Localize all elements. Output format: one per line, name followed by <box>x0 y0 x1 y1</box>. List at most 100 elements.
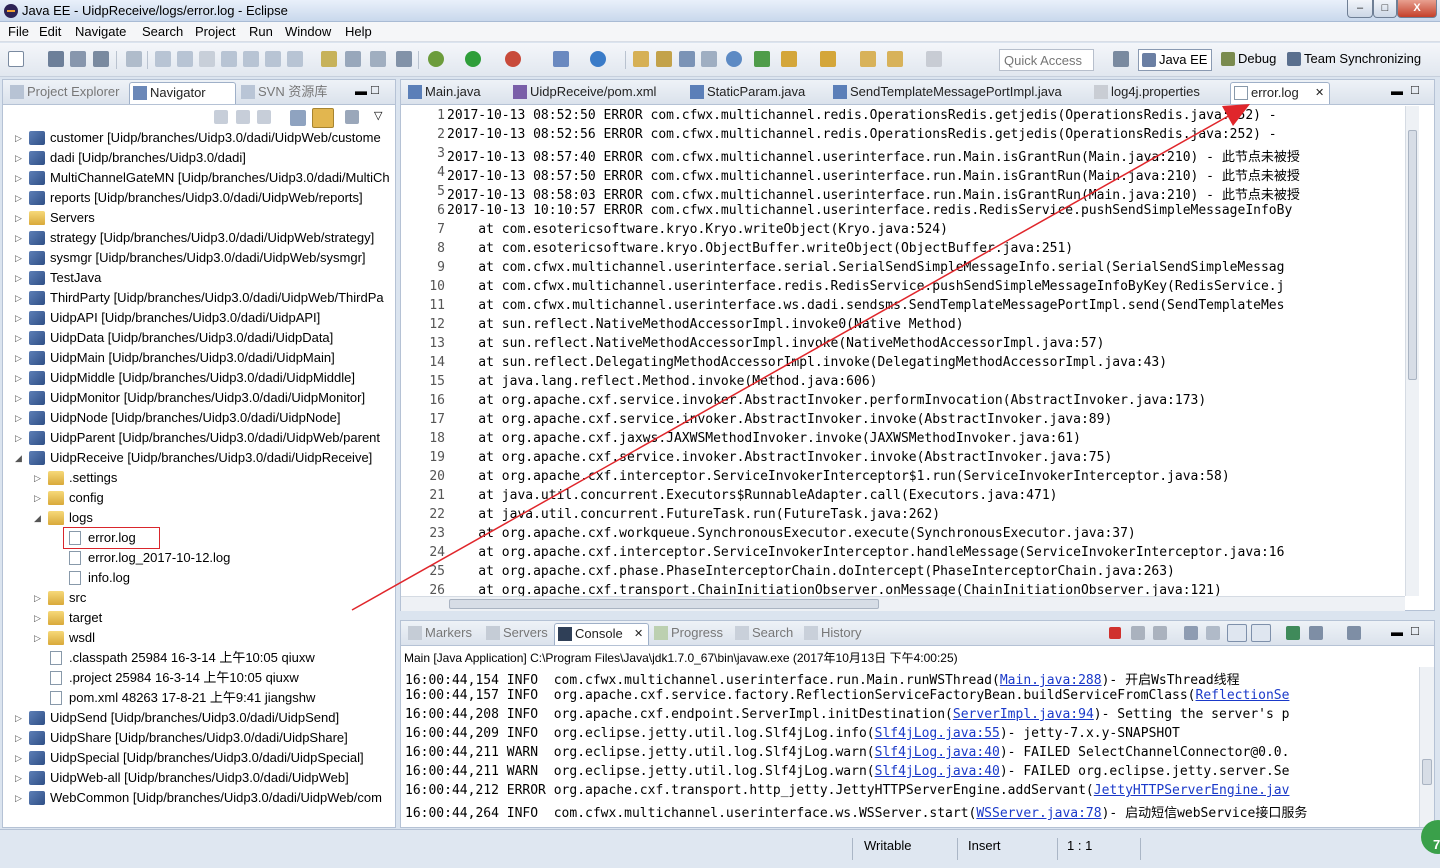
collapsed-arrow-icon[interactable]: ▷ <box>15 408 23 428</box>
remove-launch-icon[interactable] <box>1131 626 1145 640</box>
search-toolbar-icon[interactable] <box>679 51 695 67</box>
resume-icon[interactable] <box>155 51 171 67</box>
run-external-tools-icon[interactable] <box>505 51 521 67</box>
open-type-icon[interactable] <box>633 51 649 67</box>
tab-servers[interactable]: Servers <box>483 623 548 645</box>
refresh-icon[interactable] <box>754 51 770 67</box>
print-icon[interactable] <box>93 51 109 67</box>
forward-nav-icon[interactable] <box>236 110 250 124</box>
tab-sendtemplatemessageportimpl-java[interactable]: SendTemplateMessagePortImpl.java <box>830 82 1062 104</box>
collapsed-arrow-icon[interactable]: ▷ <box>15 388 23 408</box>
close-button[interactable]: X <box>1397 0 1437 18</box>
previous-annotation-icon[interactable] <box>820 51 836 67</box>
tab-markers[interactable]: Markers <box>405 623 472 645</box>
pin-console-icon[interactable] <box>1286 626 1300 640</box>
collapsed-arrow-icon[interactable]: ▷ <box>15 708 23 728</box>
collapsed-arrow-icon[interactable]: ▷ <box>15 368 23 388</box>
back-nav-icon[interactable] <box>214 110 228 124</box>
scroll-lock-icon[interactable] <box>1206 626 1220 640</box>
tab-progress[interactable]: Progress <box>651 623 723 645</box>
editor-text-area[interactable]: 1 2017-10-13 08:52:50 ERROR com.cfwx.mult… <box>401 106 1404 596</box>
menu-file[interactable]: File <box>8 24 29 39</box>
maximize-console-icon[interactable]: □ <box>1411 623 1419 638</box>
display-console-icon[interactable] <box>1309 626 1323 640</box>
debug-icon[interactable] <box>428 51 444 67</box>
collapsed-arrow-icon[interactable]: ▷ <box>15 328 23 348</box>
save-all-icon[interactable] <box>70 51 86 67</box>
quick-access-input[interactable] <box>999 49 1094 71</box>
tab-svn-repository[interactable]: SVN 资源库 <box>238 82 327 104</box>
collapsed-arrow-icon[interactable]: ▷ <box>15 228 23 248</box>
perspective-debug[interactable]: Debug <box>1218 49 1280 71</box>
console-link[interactable]: Slf4jLog.java:55 <box>875 726 1000 741</box>
editor-vertical-scrollbar[interactable] <box>1405 106 1419 596</box>
menu-navigate[interactable]: Navigate <box>75 24 126 39</box>
menu-run[interactable]: Run <box>249 24 273 39</box>
tab-search[interactable]: Search <box>732 623 793 645</box>
collapsed-arrow-icon[interactable]: ▷ <box>15 288 23 308</box>
editor-horizontal-scrollbar[interactable] <box>401 596 1405 611</box>
minimize-editor-icon[interactable]: ▬ <box>1391 84 1403 98</box>
perspective-java-ee[interactable]: Java EE <box>1138 49 1213 71</box>
terminate-icon[interactable] <box>199 51 215 67</box>
new-class-icon[interactable] <box>590 51 606 67</box>
tab-error-log[interactable]: error.log ✕ <box>1230 82 1330 104</box>
collapsed-arrow-icon[interactable]: ▷ <box>15 768 23 788</box>
collapsed-arrow-icon[interactable]: ▷ <box>15 168 23 188</box>
tab-project-explorer[interactable]: Project Explorer <box>7 82 119 104</box>
open-perspective-icon[interactable] <box>1113 51 1129 67</box>
use-step-filters-icon[interactable] <box>345 51 361 67</box>
collapsed-arrow-icon[interactable]: ▷ <box>15 128 23 148</box>
minimize-view-icon[interactable]: ▬ <box>355 84 367 98</box>
filter-icon[interactable] <box>345 110 359 124</box>
menu-search[interactable]: Search <box>142 24 183 39</box>
suspend-icon[interactable] <box>177 51 193 67</box>
collapsed-arrow-icon[interactable]: ▷ <box>15 728 23 748</box>
console-link[interactable]: Main.java:288 <box>1000 673 1102 688</box>
drop-to-frame-icon[interactable] <box>321 51 337 67</box>
menu-project[interactable]: Project <box>195 24 235 39</box>
tab-staticparam-java[interactable]: StaticParam.java <box>687 82 805 104</box>
tab-log4j-properties[interactable]: log4j.properties <box>1091 82 1200 104</box>
collapsed-arrow-icon[interactable]: ▷ <box>34 468 42 488</box>
collapsed-arrow-icon[interactable]: ▷ <box>34 628 42 648</box>
collapsed-arrow-icon[interactable]: ▷ <box>34 588 42 608</box>
collapsed-arrow-icon[interactable]: ▷ <box>34 608 42 628</box>
step-return-icon[interactable] <box>287 51 303 67</box>
console-link[interactable]: Slf4jLog.java:40 <box>875 764 1000 779</box>
collapsed-arrow-icon[interactable]: ▷ <box>34 488 42 508</box>
collapsed-arrow-icon[interactable]: ▷ <box>15 248 23 268</box>
tab-navigator[interactable]: Navigator <box>129 82 236 104</box>
menu-help[interactable]: Help <box>345 24 372 39</box>
maximize-editor-icon[interactable]: □ <box>1411 82 1419 97</box>
collapsed-arrow-icon[interactable]: ▷ <box>15 148 23 168</box>
step-over-icon[interactable] <box>265 51 281 67</box>
expanded-arrow-icon[interactable]: ◢ <box>34 508 42 528</box>
disconnect-icon[interactable] <box>221 51 237 67</box>
open-console-icon[interactable] <box>1347 626 1361 640</box>
console-link[interactable]: WSServer.java:78 <box>976 806 1101 821</box>
console-icon[interactable] <box>396 51 412 67</box>
close-console-icon[interactable]: ✕ <box>634 624 643 644</box>
collapsed-arrow-icon[interactable]: ▷ <box>15 188 23 208</box>
next-annotation-icon[interactable] <box>781 51 797 67</box>
expanded-arrow-icon[interactable]: ◢ <box>15 448 23 468</box>
forward-icon[interactable] <box>926 51 942 67</box>
perspective-team-synchronizing[interactable]: Team Synchronizing <box>1284 49 1425 71</box>
menu-edit[interactable]: Edit <box>39 24 61 39</box>
view-menu-icon[interactable]: ▽ <box>374 109 382 122</box>
tab-main-java[interactable]: Main.java <box>405 82 481 104</box>
save-icon[interactable] <box>48 51 64 67</box>
console-link[interactable]: ReflectionSe <box>1196 688 1290 703</box>
show-on-stdout-icon[interactable] <box>1227 624 1247 642</box>
run-icon[interactable] <box>465 51 481 67</box>
toggle-icon[interactable] <box>126 51 142 67</box>
console-link[interactable]: ServerImpl.java:94 <box>953 707 1094 722</box>
last-edit-icon[interactable] <box>860 51 876 67</box>
annotation-icon[interactable] <box>701 51 717 67</box>
maximize-view-icon[interactable]: □ <box>371 82 379 97</box>
tab-console[interactable]: Console ✕ <box>554 623 649 645</box>
minimize-console-icon[interactable]: ▬ <box>1391 625 1403 639</box>
link-with-editor-icon[interactable] <box>312 108 334 128</box>
collapsed-arrow-icon[interactable]: ▷ <box>15 208 23 228</box>
